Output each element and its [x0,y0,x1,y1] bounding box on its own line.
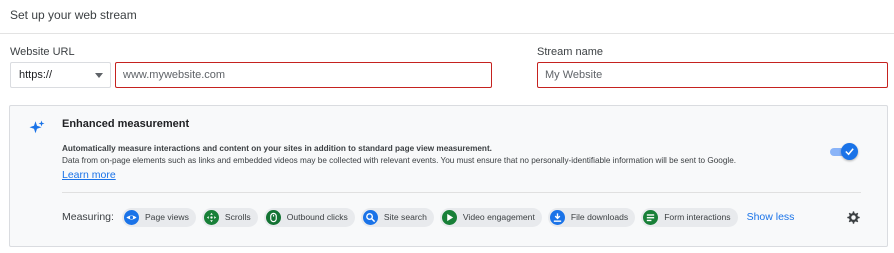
chip-label: Form interactions [664,212,731,222]
page-title: Set up your web stream [10,8,137,22]
protocol-select[interactable]: https:// [10,62,111,88]
website-url-label: Website URL [10,46,75,58]
header-divider [0,33,894,34]
mouse-icon [265,209,281,225]
panel-divider [62,192,861,193]
form-icon [643,209,659,225]
chip-video-engagement[interactable]: Video engagement [439,207,542,227]
enhanced-description-primary: Automatically measure interactions and c… [62,144,492,153]
measuring-label: Measuring: [62,211,114,223]
gear-icon[interactable] [846,210,861,225]
chevron-down-icon [95,72,103,78]
enhanced-measurement-toggle[interactable] [830,143,858,161]
chip-scrolls[interactable]: Scrolls [201,207,258,227]
download-icon [549,209,565,225]
chip-label: Video engagement [462,212,535,222]
crosshair-icon [203,209,219,225]
toggle-thumb [841,143,858,160]
stream-name-label: Stream name [537,46,604,58]
chip-file-downloads[interactable]: File downloads [547,207,636,227]
sparkle-icon [29,120,45,134]
chip-label: File downloads [570,212,629,222]
play-icon [441,209,457,225]
chip-page-views[interactable]: Page views [121,207,196,227]
eye-icon [123,209,139,225]
learn-more-link[interactable]: Learn more [62,169,116,181]
protocol-value: https:// [19,69,53,81]
chip-label: Scrolls [224,212,251,222]
chip-form-interactions[interactable]: Form interactions [641,207,738,227]
measuring-row: Measuring: Page views Scrolls Outbound c… [62,207,794,227]
enhanced-description-secondary: Data from on-page elements such as links… [62,156,737,165]
stream-name-input[interactable] [537,62,888,88]
show-less-link[interactable]: Show less [747,211,795,223]
chip-label: Page views [144,212,189,222]
website-url-input[interactable] [115,62,492,88]
enhanced-measurement-title: Enhanced measurement [62,118,190,130]
chip-label: Outbound clicks [286,212,348,222]
enhanced-measurement-panel: Enhanced measurement Automatically measu… [9,105,888,247]
chip-label: Site search [383,212,427,222]
search-icon [362,209,378,225]
chip-site-search[interactable]: Site search [360,207,434,227]
check-icon [845,148,854,156]
chip-outbound-clicks[interactable]: Outbound clicks [263,207,355,227]
